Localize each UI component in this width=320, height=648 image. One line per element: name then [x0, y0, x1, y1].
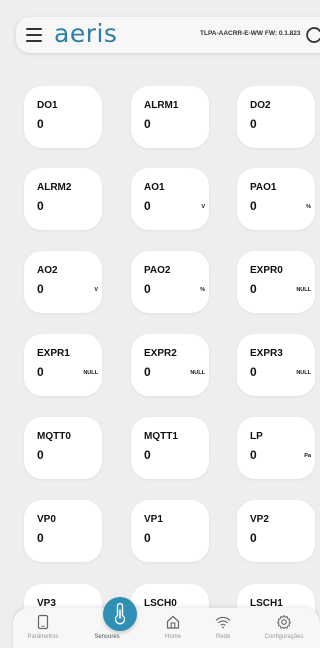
sensor-card-vp1[interactable]: VP1 0 [131, 500, 209, 562]
sensor-name: EXPR3 [250, 348, 283, 359]
sensor-card-expr1[interactable]: EXPR1 0 NULL [24, 334, 102, 396]
sensor-name: PAO2 [144, 265, 171, 276]
sensor-card-do2[interactable]: DO2 0 [237, 86, 315, 148]
sensor-card-mqtt0[interactable]: MQTT0 0 [24, 417, 102, 479]
gear-icon [277, 615, 291, 629]
sensor-card-mqtt1[interactable]: MQTT1 0 [131, 417, 209, 479]
sensor-name: AO1 [144, 182, 165, 193]
sensor-unit: % [200, 287, 205, 293]
sensor-value: 0 [250, 199, 257, 213]
sensor-name: DO1 [37, 100, 58, 111]
sensores-active-button[interactable] [103, 597, 137, 631]
sensor-card-vp0[interactable]: VP0 0 [24, 500, 102, 562]
app-logo: aeris [54, 19, 118, 48]
sensor-value: 0 [144, 117, 151, 131]
nav-label: Sensores [94, 634, 120, 640]
sensor-value: 0 [250, 365, 257, 379]
sensor-unit: NULL [296, 287, 311, 293]
sensor-name: ALRM1 [144, 100, 179, 111]
sensor-value: 0 [144, 365, 151, 379]
sensor-name: MQTT0 [37, 431, 71, 442]
sensor-card-lp[interactable]: LP 0 Pa [237, 417, 315, 479]
sensor-value: 0 [37, 282, 44, 296]
sensor-unit: NULL [83, 370, 98, 376]
sensor-value: 0 [144, 531, 151, 545]
sensor-name: VP1 [144, 514, 163, 525]
sensor-value: 0 [250, 531, 257, 545]
sensor-value: 0 [250, 282, 257, 296]
sensor-card-alrm1[interactable]: ALRM1 0 [131, 86, 209, 148]
sensor-card-expr0[interactable]: EXPR0 0 NULL [237, 251, 315, 313]
sensor-name: VP2 [250, 514, 269, 525]
sensor-name: AO2 [37, 265, 58, 276]
sensor-card-expr3[interactable]: EXPR3 0 NULL [237, 334, 315, 396]
thermometer-icon [114, 603, 126, 625]
home-icon [166, 615, 180, 629]
sensor-name: ALRM2 [37, 182, 72, 193]
nav-parametros[interactable]: Parâmetros [13, 608, 73, 648]
sensor-value: 0 [37, 117, 44, 131]
firmware-version: TLPA-AACRR-E-WW FW: 0.1.823 [200, 30, 301, 37]
nav-label: Rede [215, 634, 231, 640]
sensor-unit: V [94, 287, 98, 293]
sensor-name: PAO1 [250, 182, 277, 193]
sensor-name: LP [250, 431, 263, 442]
nav-label: Configurações [264, 634, 304, 640]
sensor-value: 0 [37, 448, 44, 462]
sensor-value: 0 [37, 199, 44, 213]
sensor-card-vp2[interactable]: VP2 0 [237, 500, 315, 562]
sensor-name: DO2 [250, 100, 271, 111]
sensor-value: 0 [37, 365, 44, 379]
sensor-value: 0 [144, 448, 151, 462]
sensor-value: 0 [250, 117, 257, 131]
sensor-card-expr2[interactable]: EXPR2 0 NULL [131, 334, 209, 396]
sensor-unit: % [306, 204, 311, 210]
nav-configuracoes[interactable]: Configurações [254, 608, 314, 648]
sensor-value: 0 [144, 282, 151, 296]
nav-label: Parâmetros [27, 634, 59, 640]
sensor-name: EXPR1 [37, 348, 70, 359]
sensor-unit: V [201, 204, 205, 210]
sensor-value: 0 [144, 199, 151, 213]
hamburger-menu-icon[interactable] [26, 28, 42, 42]
sensor-card-alrm2[interactable]: ALRM2 0 [24, 168, 102, 230]
tablet-icon [37, 614, 49, 630]
sensor-card-pao1[interactable]: PAO1 0 % [237, 168, 315, 230]
sensor-name: VP0 [37, 514, 56, 525]
sensor-name: MQTT1 [144, 431, 178, 442]
sensor-unit: Pa [304, 453, 311, 459]
sensor-value: 0 [37, 531, 44, 545]
sensor-card-pao2[interactable]: PAO2 0 % [131, 251, 209, 313]
sensor-unit: NULL [190, 370, 205, 376]
sensor-card-ao1[interactable]: AO1 0 V [131, 168, 209, 230]
nav-rede[interactable]: Rede [193, 608, 253, 648]
refresh-icon[interactable] [305, 26, 320, 44]
sensor-card-ao2[interactable]: AO2 0 V [24, 251, 102, 313]
sensor-name: EXPR2 [144, 348, 177, 359]
bottom-navigation: Parâmetros Sensores Home Rede Configuraç… [13, 608, 320, 648]
sensor-name: EXPR0 [250, 265, 283, 276]
app-header: aeris TLPA-AACRR-E-WW FW: 0.1.823 [16, 17, 320, 53]
sensor-value: 0 [250, 448, 257, 462]
sensor-unit: NULL [296, 370, 311, 376]
sensor-card-do1[interactable]: DO1 0 [24, 86, 102, 148]
wifi-icon [215, 616, 231, 629]
